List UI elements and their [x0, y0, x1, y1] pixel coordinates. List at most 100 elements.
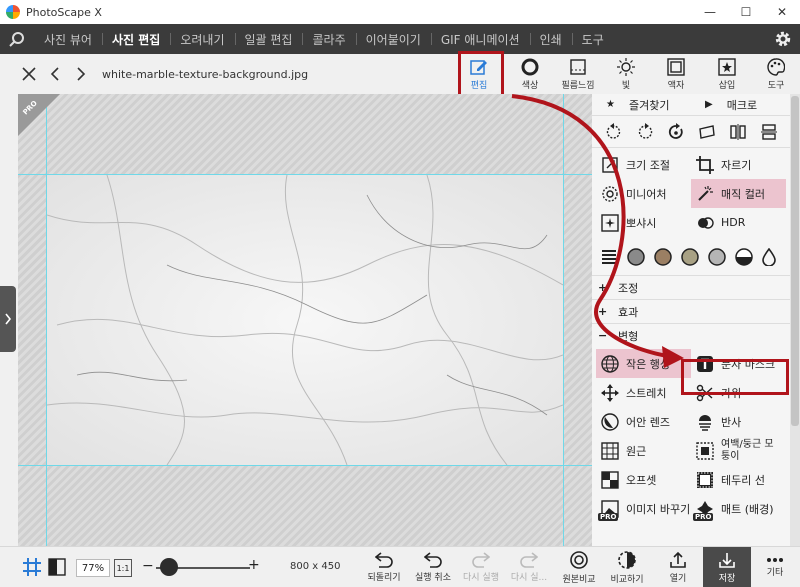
filter-preset-4-icon[interactable] — [708, 248, 726, 266]
miniature-button[interactable]: 미니어처 — [596, 179, 691, 208]
rotate-left-icon[interactable] — [605, 122, 623, 141]
revert-button[interactable]: 되돌리기 — [364, 547, 404, 587]
right-panel: ★ 즐겨찾기 ▶ 매크로 크기 조절 자르기 미니어처 매직 컬러 뽀샤시 HD… — [592, 94, 790, 546]
tab-print[interactable]: 인쇄 — [529, 24, 572, 54]
pro-badge: PRO — [18, 94, 60, 136]
flip-vertical-icon[interactable] — [760, 123, 778, 141]
panel-scrollbar[interactable] — [790, 94, 800, 546]
app-title: PhotoScape X — [26, 5, 102, 19]
marble-image — [47, 175, 563, 465]
zoom-slider-handle[interactable] — [160, 558, 179, 576]
actual-size-button[interactable]: 1:1 — [114, 559, 132, 577]
tab-collage[interactable]: 콜라주 — [302, 24, 355, 54]
perspective-button[interactable]: 원근 — [596, 436, 691, 465]
offset-button[interactable]: 오프셋 — [596, 465, 691, 494]
resize-button[interactable]: 크기 조절 — [596, 150, 691, 179]
search-icon[interactable] — [0, 24, 34, 54]
list-icon[interactable] — [600, 248, 618, 266]
prev-icon[interactable] — [44, 63, 66, 85]
stretch-button[interactable]: 스트레치 — [596, 378, 691, 407]
straighten-icon[interactable] — [698, 123, 716, 141]
globe-icon — [601, 354, 619, 373]
droplet-icon[interactable] — [762, 248, 776, 266]
color-tool-button[interactable]: 색상 — [507, 54, 553, 94]
compare-button[interactable]: 비교하기 — [606, 547, 648, 587]
guide-line — [18, 465, 592, 466]
main-nav: 사진 뷰어 사진 편집 오려내기 일괄 편집 콜라주 이어붙이기 GIF 애니메… — [0, 24, 800, 54]
scrollbar-thumb[interactable] — [791, 96, 799, 426]
section-adjust[interactable]: + 조정 — [592, 275, 790, 299]
undo-button[interactable]: 실행 취소 — [412, 547, 454, 587]
filter-preset-2-icon[interactable] — [654, 248, 672, 266]
redo-button[interactable]: 다시 실행 — [460, 547, 502, 587]
title-bar: PhotoScape X — ☐ ✕ — [0, 0, 800, 24]
light-tool-button[interactable]: 빛 — [603, 54, 649, 94]
save-button[interactable]: 저장 — [703, 547, 751, 587]
grid-icon[interactable] — [22, 557, 42, 580]
gear-icon[interactable] — [766, 24, 800, 54]
magic-color-button[interactable]: 매직 컬러 — [691, 179, 786, 208]
fisheye-icon — [601, 412, 619, 431]
palette-icon — [767, 57, 785, 76]
close-file-icon[interactable] — [18, 63, 40, 85]
offset-icon — [601, 470, 619, 489]
tools-tool-button[interactable]: 도구 — [753, 54, 799, 94]
annotation-box-edit — [458, 51, 504, 97]
maximize-button[interactable]: ☐ — [728, 0, 764, 24]
tab-combine[interactable]: 이어붙이기 — [355, 24, 431, 54]
redo-all-button[interactable]: 다시 실... — [508, 547, 550, 587]
open-button[interactable]: 열기 — [657, 547, 699, 587]
tab-viewer[interactable]: 사진 뷰어 — [34, 24, 102, 54]
insert-tool-button[interactable]: 삽입 — [704, 54, 750, 94]
upload-icon — [670, 551, 686, 568]
matte-button[interactable]: PRO 매트 (배경) — [691, 494, 786, 523]
frame-tool-button[interactable]: 액자 — [653, 54, 699, 94]
redo-all-icon — [520, 552, 538, 568]
tab-cut-out[interactable]: 오려내기 — [170, 24, 234, 54]
tab-tools[interactable]: 도구 — [571, 24, 614, 54]
perspective-icon — [601, 441, 619, 460]
zoom-out-button[interactable]: − — [142, 558, 154, 574]
favorites-button[interactable]: ★ 즐겨찾기 — [592, 97, 691, 113]
tiny-planet-button[interactable]: 작은 행성 — [596, 349, 691, 378]
rotate-right-icon[interactable] — [636, 122, 654, 141]
file-name: white-marble-texture-background.jpg — [102, 67, 309, 81]
rotate-free-icon[interactable] — [667, 122, 685, 141]
minimize-button[interactable]: — — [692, 0, 728, 24]
resize-icon — [602, 156, 618, 173]
revert-icon — [375, 552, 393, 568]
filter-presets-row — [592, 239, 790, 275]
margin-icon — [696, 441, 714, 460]
original-compare-button[interactable]: 원본비교 — [558, 547, 600, 587]
bottom-bar: 77% 1:1 − + 800 x 450 되돌리기 실행 취소 다시 실행 다… — [0, 546, 800, 587]
tab-editor[interactable]: 사진 편집 — [101, 24, 170, 54]
left-panel-toggle[interactable] — [0, 286, 16, 352]
macro-button[interactable]: ▶ 매크로 — [691, 97, 790, 113]
next-icon[interactable] — [70, 63, 92, 85]
crop-button[interactable]: 자르기 — [691, 150, 786, 179]
section-transform[interactable]: − 변형 — [592, 323, 790, 347]
film-tool-button[interactable]: 필름느낌 — [555, 54, 601, 94]
soften-button[interactable]: 뽀샤시 — [596, 208, 691, 237]
margin-button[interactable]: 여백/둥근 모 퉁이 — [691, 436, 786, 465]
rotate-row — [592, 116, 790, 148]
frame-icon — [667, 57, 685, 76]
image-canvas[interactable]: PRO — [18, 94, 592, 546]
section-effects[interactable]: + 효과 — [592, 299, 790, 323]
zoom-in-button[interactable]: + — [248, 557, 260, 573]
half-circle-icon[interactable] — [735, 248, 753, 266]
filter-preset-1-icon[interactable] — [627, 248, 645, 266]
fisheye-button[interactable]: 어안 렌즈 — [596, 407, 691, 436]
compare-view-icon[interactable] — [48, 558, 66, 579]
reflect-button[interactable]: 반사 — [691, 407, 786, 436]
close-button[interactable]: ✕ — [764, 0, 800, 24]
zoom-input[interactable]: 77% — [76, 559, 110, 577]
filter-preset-3-icon[interactable] — [681, 248, 699, 266]
more-button[interactable]: 기타 — [756, 547, 794, 587]
swap-image-button[interactable]: PRO 이미지 바꾸기 — [596, 494, 691, 523]
flip-horizontal-icon[interactable] — [729, 123, 747, 141]
hdr-button[interactable]: HDR — [691, 208, 786, 237]
border-line-button[interactable]: 테두리 선 — [691, 465, 786, 494]
tab-gif[interactable]: GIF 애니메이션 — [430, 24, 530, 54]
tab-batch[interactable]: 일괄 편집 — [234, 24, 303, 54]
